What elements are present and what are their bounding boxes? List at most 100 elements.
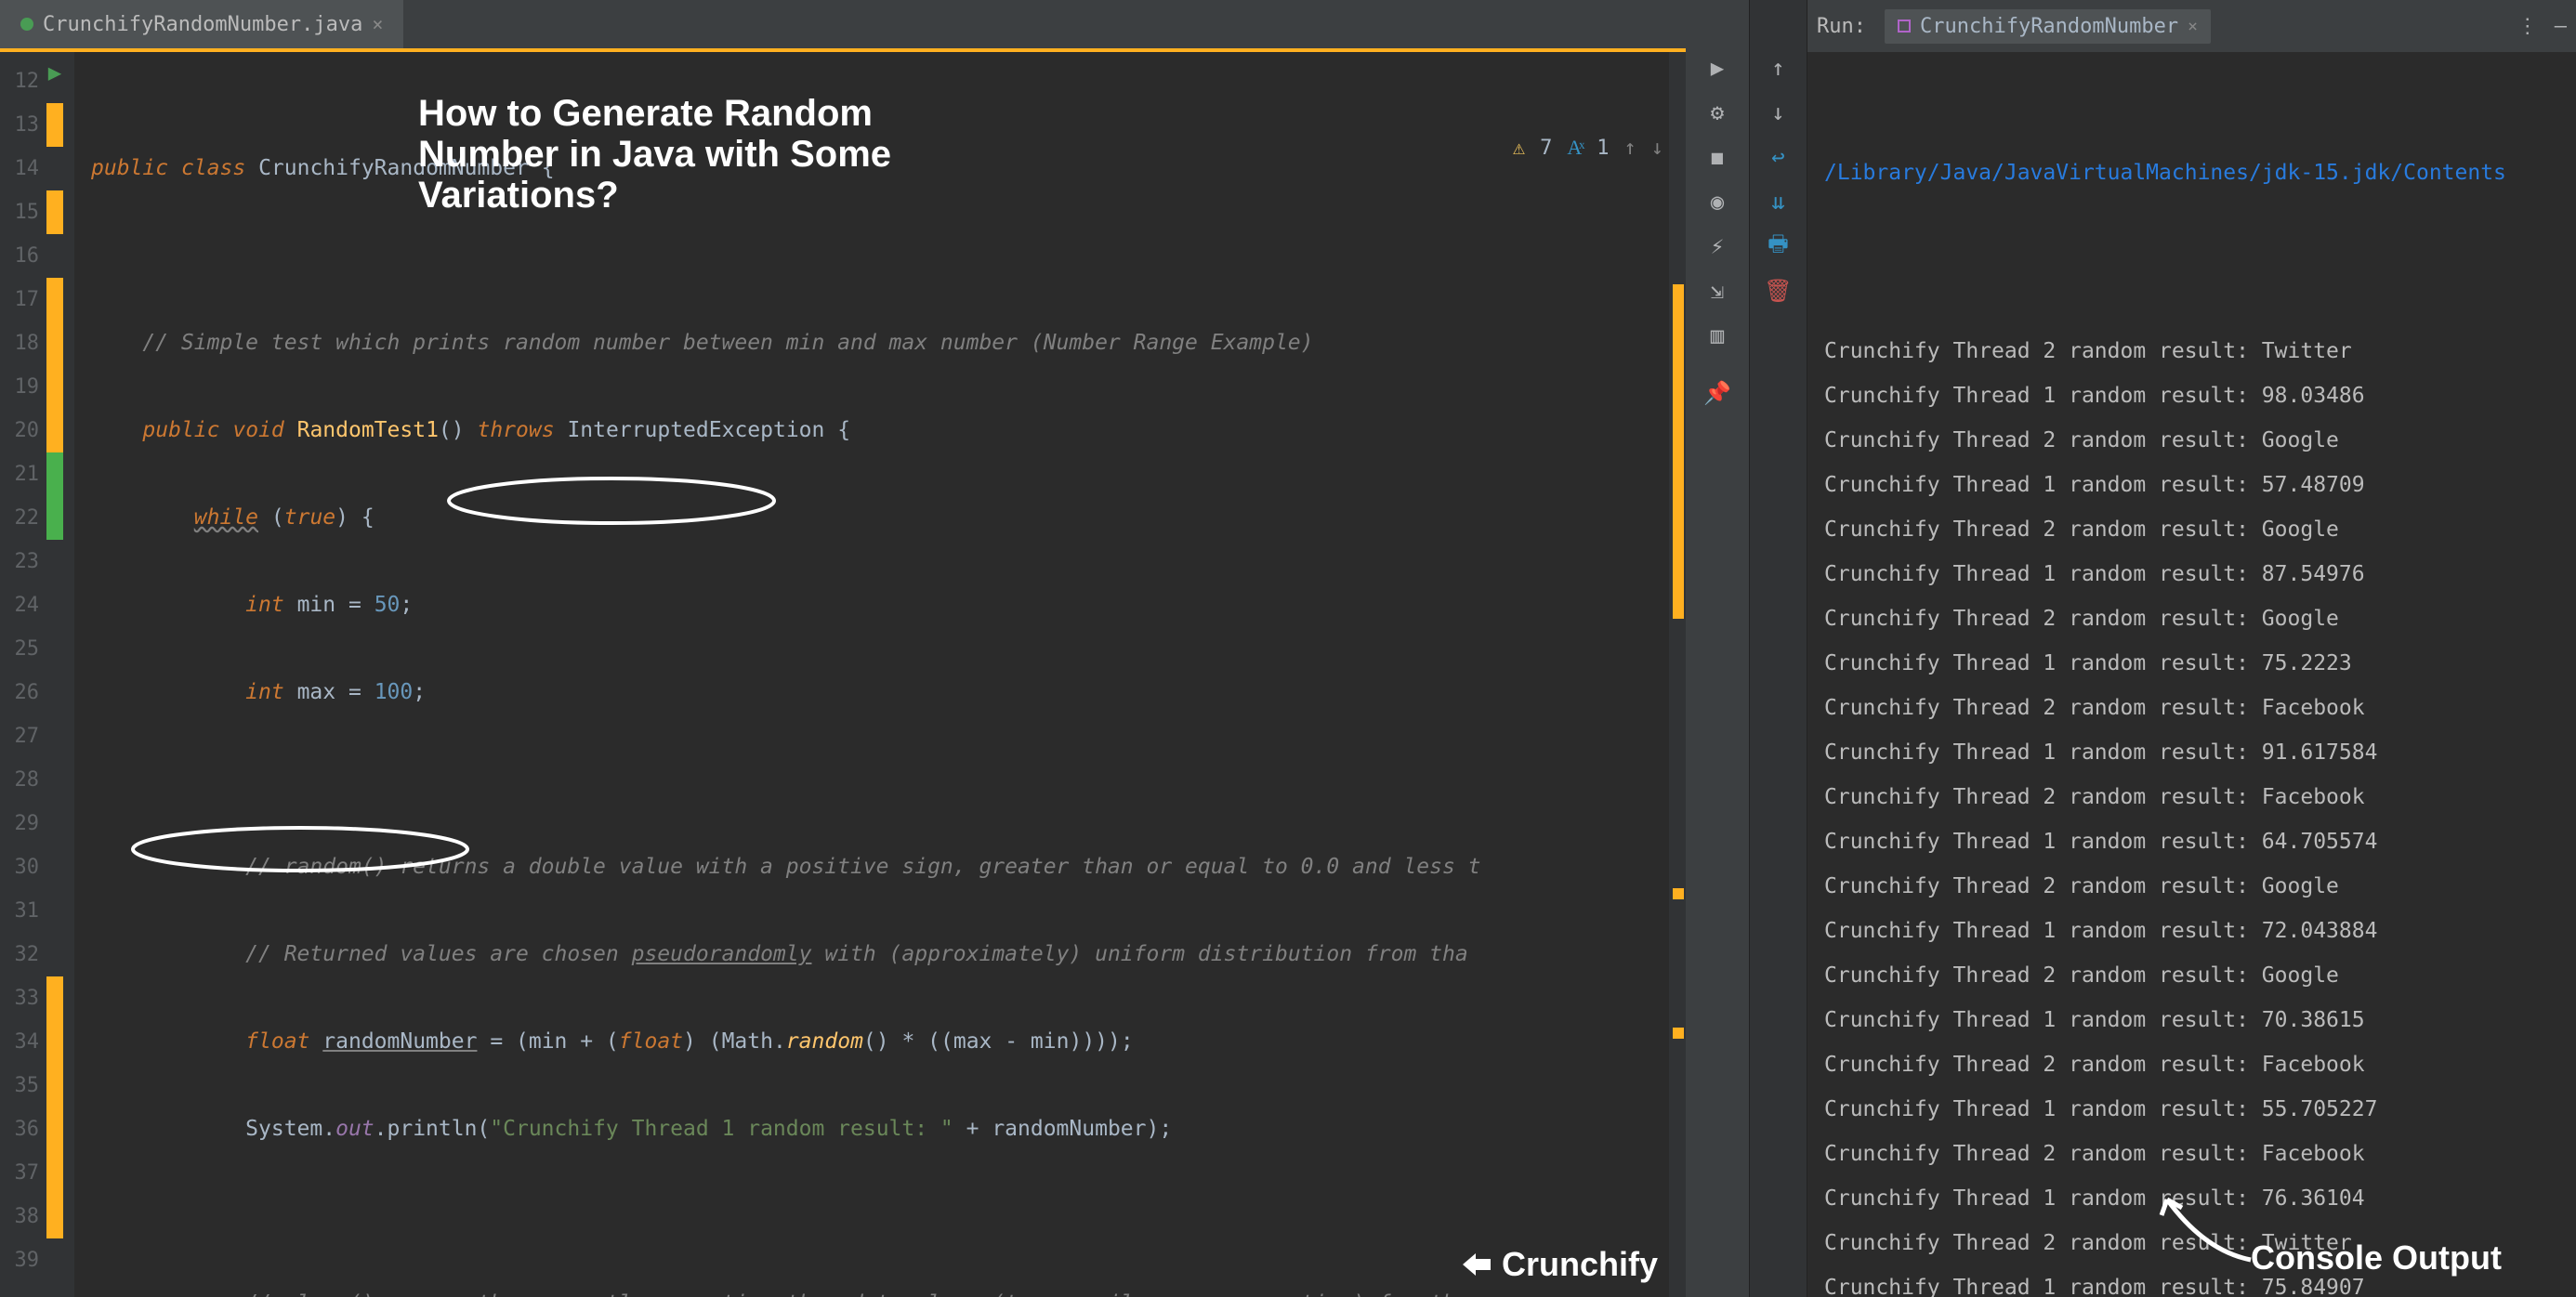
run-config-icon [1898, 20, 1911, 33]
change-marker [46, 278, 63, 321]
ide-window: CrunchifyRandomNumber.java × 12131415161… [0, 0, 2576, 1297]
editor-tabbar: CrunchifyRandomNumber.java × [0, 0, 1686, 52]
console-line: Crunchify Thread 1 random result: 55.705… [1824, 1087, 2576, 1132]
console-line: Crunchify Thread 2 random result: Google [1824, 953, 2576, 998]
close-icon[interactable]: × [372, 13, 383, 35]
up-arrow-icon[interactable]: ↑ [1624, 137, 1636, 160]
console-line: Crunchify Thread 1 random result: 72.043… [1824, 909, 2576, 953]
change-marker [46, 452, 63, 496]
line-number: 13 [0, 103, 39, 147]
code-line [91, 758, 1686, 802]
editor-pane: CrunchifyRandomNumber.java × 12131415161… [0, 0, 1686, 1297]
scroll-icon[interactable]: ⇊ [1767, 190, 1791, 214]
console-line: Crunchify Thread 1 random result: 87.549… [1824, 552, 2576, 596]
line-number: 25 [0, 627, 39, 671]
console-output[interactable]: /Library/Java/JavaVirtualMachines/jdk-15… [1807, 52, 2576, 1297]
change-marker [46, 976, 63, 1020]
code-line: System.out.println("Crunchify Thread 1 r… [91, 1107, 1686, 1151]
line-number: 24 [0, 583, 39, 627]
console-line: Crunchify Thread 1 random result: 64.705… [1824, 819, 2576, 864]
export-icon[interactable]: ⇲ [1705, 279, 1729, 303]
console-line: Crunchify Thread 2 random result: Google [1824, 507, 2576, 552]
clear-icon[interactable]: 🗑 [1767, 279, 1791, 303]
pin-icon[interactable]: 📌 [1705, 381, 1729, 405]
warning-count: 7 [1540, 137, 1552, 160]
console-line: Crunchify Thread 2 random result: Facebo… [1824, 686, 2576, 730]
console-line: Crunchify Thread 1 random result: 70.386… [1824, 998, 2576, 1042]
up-icon[interactable]: ↑ [1767, 56, 1791, 80]
change-marker [46, 365, 63, 409]
code-area[interactable]: public class CrunchifyRandomNumber { // … [74, 52, 1686, 1297]
overlay-title: How to Generate Random Number in Java wi… [418, 93, 966, 216]
line-number: 17 [0, 278, 39, 321]
camera-icon[interactable]: ◉ [1705, 190, 1729, 214]
stop-icon[interactable]: ◼ [1705, 145, 1729, 169]
code-line: // random() returns a double value with … [91, 845, 1686, 889]
line-number: 15 [0, 190, 39, 234]
code-line [91, 1195, 1686, 1238]
code-line [91, 234, 1686, 278]
code-line: // sleep() causes the currently executin… [91, 1282, 1686, 1297]
typo-icon: Aͯ [1567, 136, 1582, 160]
console-line: Crunchify Thread 2 random result: Google [1824, 418, 2576, 463]
editor-tab[interactable]: CrunchifyRandomNumber.java × [0, 0, 403, 48]
run-pane: Run: CrunchifyRandomNumber × ⋮ — /Librar… [1807, 0, 2576, 1297]
code-line: // Returned values are chosen pseudorand… [91, 933, 1686, 976]
line-number: 28 [0, 758, 39, 802]
settings-icon[interactable]: ⚙ [1705, 100, 1729, 124]
line-number: 22 [0, 496, 39, 540]
close-icon[interactable]: × [2188, 17, 2198, 36]
console-line: Crunchify Thread 2 random result: Google [1824, 596, 2576, 641]
line-number: 36 [0, 1107, 39, 1151]
print-icon[interactable]: 🖶 [1767, 234, 1791, 258]
line-number: 39 [0, 1238, 39, 1282]
layout-icon[interactable]: ▥ [1705, 323, 1729, 347]
line-number: 27 [0, 714, 39, 758]
line-number: 20 [0, 409, 39, 452]
stripe-marker [1673, 1028, 1684, 1039]
gutter-marks: ▶ [46, 52, 74, 1297]
file-type-icon [20, 18, 33, 31]
minimize-icon[interactable]: — [2555, 15, 2567, 38]
console-line: Crunchify Thread 1 random result: 57.487… [1824, 463, 2576, 507]
down-icon[interactable]: ↓ [1767, 100, 1791, 124]
rerun-icon[interactable]: ▶ [1705, 56, 1729, 80]
code-line: int min = 50; [91, 583, 1686, 627]
inspections-widget[interactable]: ⚠ 7 Aͯ 1 ↑ ↓ [1513, 136, 1663, 160]
change-marker [46, 1064, 63, 1107]
line-number: 31 [0, 889, 39, 933]
change-marker [46, 190, 63, 234]
line-number: 14 [0, 147, 39, 190]
console-line: Crunchify Thread 1 random result: 98.034… [1824, 373, 2576, 418]
console-line: Crunchify Thread 2 random result: Facebo… [1824, 1042, 2576, 1087]
warning-icon: ⚠ [1513, 137, 1525, 160]
line-number: 19 [0, 365, 39, 409]
line-number: 23 [0, 540, 39, 583]
console-line: Crunchify Thread 1 random result: 91.617… [1824, 730, 2576, 775]
line-number: 33 [0, 976, 39, 1020]
line-number: 38 [0, 1195, 39, 1238]
stripe-marker [1673, 284, 1684, 619]
line-number: 16 [0, 234, 39, 278]
code-line: while (true) { [91, 496, 1686, 540]
brand-watermark: Crunchify [1459, 1245, 1658, 1284]
typo-count: 1 [1597, 137, 1609, 160]
run-tab[interactable]: CrunchifyRandomNumber × [1885, 9, 2211, 44]
run-gutter-icon[interactable]: ▶ [46, 59, 63, 103]
change-marker [46, 1195, 63, 1238]
change-marker [46, 103, 63, 147]
more-icon[interactable]: ⋮ [2517, 15, 2538, 38]
tab-filename: CrunchifyRandomNumber.java [43, 13, 362, 36]
run-tab-name: CrunchifyRandomNumber [1920, 15, 2178, 38]
console-line: Crunchify Thread 2 random result: Google [1824, 864, 2576, 909]
wrap-icon[interactable]: ↩ [1767, 145, 1791, 169]
down-arrow-icon[interactable]: ↓ [1651, 137, 1663, 160]
change-marker [46, 1107, 63, 1151]
code-line: int max = 100; [91, 671, 1686, 714]
plug-icon[interactable]: ⚡ [1705, 234, 1729, 258]
code-line: public void RandomTest1() throws Interru… [91, 409, 1686, 452]
error-stripe[interactable] [1669, 52, 1686, 1297]
code-line: // Simple test which prints random numbe… [91, 321, 1686, 365]
console-line: Crunchify Thread 1 random result: 76.361… [1824, 1176, 2576, 1221]
console-line: Crunchify Thread 1 random result: 75.222… [1824, 641, 2576, 686]
